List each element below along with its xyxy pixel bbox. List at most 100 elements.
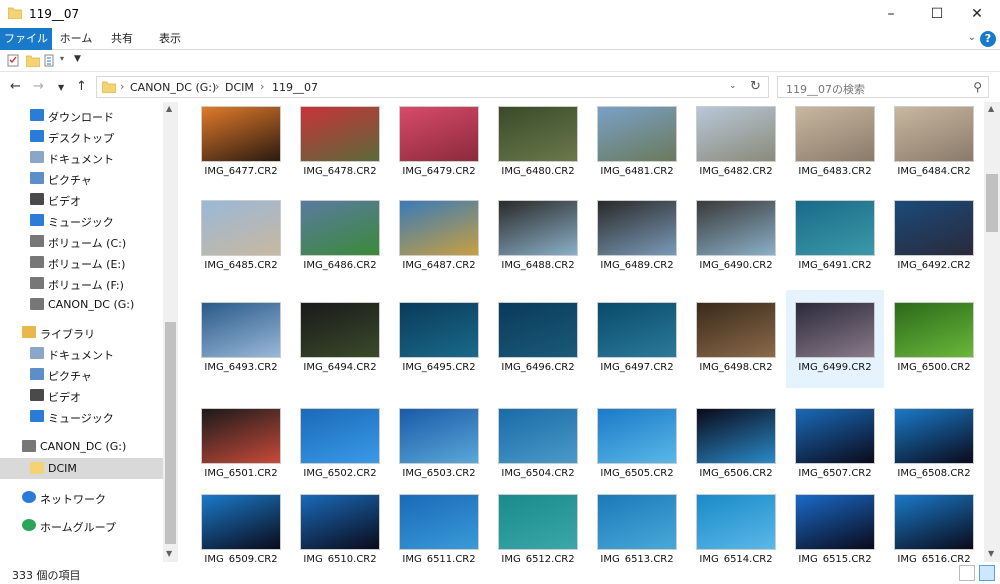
nav-item[interactable]: DCIM xyxy=(0,458,163,479)
search-box[interactable]: 119__07の検索 ⚲ xyxy=(777,76,989,98)
tab-share[interactable]: 共有 xyxy=(102,28,142,50)
file-tile[interactable]: IMG_6506.CR2 xyxy=(687,396,785,494)
tab-view[interactable]: 表示 xyxy=(148,28,192,50)
file-tile[interactable]: IMG_6516.CR2 xyxy=(885,482,983,562)
up-arrow-icon[interactable]: ↑ xyxy=(76,79,87,94)
nav-scroll-thumb[interactable] xyxy=(165,322,176,544)
file-thumbnail xyxy=(399,200,479,256)
address-bar[interactable]: › CANON_DC (G:) › DCIM › 119__07 ⌄ ↻ xyxy=(96,76,769,98)
breadcrumb-separator-icon[interactable]: › xyxy=(120,80,124,93)
scroll-down-icon[interactable]: ▼ xyxy=(166,549,172,558)
nav-item[interactable]: ピクチャ xyxy=(0,364,163,385)
nav-item[interactable]: デスクトップ xyxy=(0,126,163,147)
file-tile[interactable]: IMG_6485.CR2 xyxy=(192,188,290,286)
nav-item[interactable]: ライブラリ xyxy=(0,322,163,343)
file-tile[interactable]: IMG_6512.CR2 xyxy=(489,482,587,562)
nav-item[interactable]: ミュージック xyxy=(0,406,163,427)
file-tile[interactable]: IMG_6500.CR2 xyxy=(885,290,983,388)
nav-item[interactable]: CANON_DC (G:) xyxy=(0,436,163,457)
refresh-icon[interactable]: ↻ xyxy=(750,79,761,94)
file-tile[interactable]: IMG_6508.CR2 xyxy=(885,396,983,494)
file-tile[interactable]: IMG_6505.CR2 xyxy=(588,396,686,494)
breadcrumb-dcim[interactable]: DCIM xyxy=(225,81,254,94)
file-tile[interactable]: IMG_6478.CR2 xyxy=(291,102,389,192)
file-tile[interactable]: IMG_6514.CR2 xyxy=(687,482,785,562)
breadcrumb-separator-icon[interactable]: › xyxy=(260,80,264,93)
properties-icon[interactable] xyxy=(7,54,19,67)
file-tile[interactable]: IMG_6513.CR2 xyxy=(588,482,686,562)
file-tile[interactable]: IMG_6481.CR2 xyxy=(588,102,686,192)
qat-customize-icon[interactable]: ▼ xyxy=(74,54,81,64)
file-tile[interactable]: IMG_6486.CR2 xyxy=(291,188,389,286)
file-tile[interactable]: IMG_6491.CR2 xyxy=(786,188,884,286)
file-tile[interactable]: IMG_6510.CR2 xyxy=(291,482,389,562)
file-tile[interactable]: IMG_6484.CR2 xyxy=(885,102,983,192)
forward-arrow-icon[interactable]: → xyxy=(33,79,44,94)
nav-item[interactable]: ボリューム (F:) xyxy=(0,273,163,294)
file-tile[interactable]: IMG_6492.CR2 xyxy=(885,188,983,286)
file-tile[interactable]: IMG_6496.CR2 xyxy=(489,290,587,388)
nav-item-label: ライブラリ xyxy=(40,328,95,341)
nav-item[interactable]: ビデオ xyxy=(0,189,163,210)
details-view-icon[interactable] xyxy=(959,565,975,581)
file-tile[interactable]: IMG_6493.CR2 xyxy=(192,290,290,388)
content-scrollbar[interactable]: ▲ ▼ xyxy=(984,102,1000,562)
tab-home[interactable]: ホーム xyxy=(54,28,98,50)
customize-view-icon[interactable] xyxy=(44,54,58,67)
nav-item[interactable]: ドキュメント xyxy=(0,147,163,168)
file-tile[interactable]: IMG_6480.CR2 xyxy=(489,102,587,192)
nav-item[interactable]: ネットワーク xyxy=(0,487,163,508)
file-tile[interactable]: IMG_6489.CR2 xyxy=(588,188,686,286)
file-tile[interactable]: IMG_6495.CR2 xyxy=(390,290,488,388)
address-dropdown-icon[interactable]: ⌄ xyxy=(729,81,737,91)
nav-item[interactable]: ドキュメント xyxy=(0,343,163,364)
nav-item[interactable]: ビデオ xyxy=(0,385,163,406)
back-arrow-icon[interactable]: ← xyxy=(10,79,21,94)
search-icon[interactable]: ⚲ xyxy=(973,80,982,94)
file-tile[interactable]: IMG_6483.CR2 xyxy=(786,102,884,192)
file-tile[interactable]: IMG_6490.CR2 xyxy=(687,188,785,286)
file-tile[interactable]: IMG_6499.CR2 xyxy=(786,290,884,388)
file-tile[interactable]: IMG_6497.CR2 xyxy=(588,290,686,388)
file-tile[interactable]: IMG_6498.CR2 xyxy=(687,290,785,388)
file-tile[interactable]: IMG_6511.CR2 xyxy=(390,482,488,562)
nav-scrollbar[interactable]: ▲ ▼ xyxy=(163,102,178,562)
recent-dropdown-icon[interactable]: ▼ xyxy=(58,83,64,92)
tab-file[interactable]: ファイル xyxy=(0,28,52,50)
file-tile[interactable]: IMG_6487.CR2 xyxy=(390,188,488,286)
new-folder-icon[interactable] xyxy=(26,54,40,67)
nav-item[interactable]: ダウンロード xyxy=(0,105,163,126)
file-tile[interactable]: IMG_6494.CR2 xyxy=(291,290,389,388)
search-placeholder[interactable]: 119__07の検索 xyxy=(786,81,865,97)
file-tile[interactable]: IMG_6502.CR2 xyxy=(291,396,389,494)
file-tile[interactable]: IMG_6515.CR2 xyxy=(786,482,884,562)
breadcrumb-separator-icon[interactable]: › xyxy=(215,80,219,93)
help-icon[interactable]: ? xyxy=(980,31,996,47)
scroll-up-icon[interactable]: ▲ xyxy=(988,104,994,113)
nav-item[interactable]: ボリューム (C:) xyxy=(0,231,163,252)
file-tile[interactable]: IMG_6501.CR2 xyxy=(192,396,290,494)
scroll-down-icon[interactable]: ▼ xyxy=(988,549,994,558)
file-tile[interactable]: IMG_6479.CR2 xyxy=(390,102,488,192)
breadcrumb-drive[interactable]: CANON_DC (G:) xyxy=(130,81,216,94)
file-tile[interactable]: IMG_6503.CR2 xyxy=(390,396,488,494)
content-scroll-thumb[interactable] xyxy=(986,174,998,232)
nav-item[interactable]: ホームグループ xyxy=(0,515,163,536)
file-tile[interactable]: IMG_6482.CR2 xyxy=(687,102,785,192)
ribbon-expand-icon[interactable]: ⌄ xyxy=(968,32,976,43)
large-icons-view-icon[interactable] xyxy=(979,565,995,581)
file-tile[interactable]: IMG_6507.CR2 xyxy=(786,396,884,494)
nav-item[interactable]: ミュージック xyxy=(0,210,163,231)
breadcrumb-folder[interactable]: 119__07 xyxy=(272,81,318,94)
nav-item[interactable]: ボリューム (E:) xyxy=(0,252,163,273)
file-tile[interactable]: IMG_6509.CR2 xyxy=(192,482,290,562)
nav-item[interactable]: ピクチャ xyxy=(0,168,163,189)
file-tile[interactable]: IMG_6477.CR2 xyxy=(192,102,290,192)
file-tile[interactable]: IMG_6488.CR2 xyxy=(489,188,587,286)
nav-item[interactable]: CANON_DC (G:) xyxy=(0,294,163,315)
qat-dropdown-icon[interactable]: ▾ xyxy=(60,54,64,63)
file-tile[interactable]: IMG_6504.CR2 xyxy=(489,396,587,494)
scroll-up-icon[interactable]: ▲ xyxy=(166,104,172,113)
minimize-button[interactable]: – xyxy=(868,0,914,28)
close-button[interactable]: ✕ xyxy=(954,0,1000,28)
